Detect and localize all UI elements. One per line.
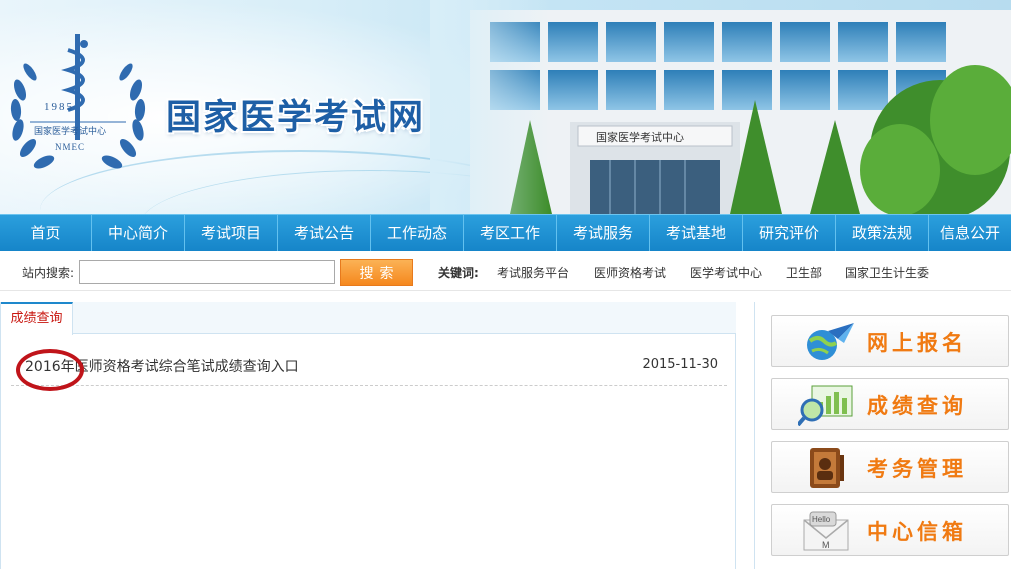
site-banner: 国家医学考试中心 1985 国家医学考试中心 NMEC 国家医学考试网	[0, 0, 1011, 214]
keyword-link-exam-center[interactable]: 医学考试中心	[690, 264, 762, 281]
keywords-label: 关键词:	[438, 266, 479, 280]
nav-item-announcements[interactable]: 考试公告	[278, 215, 371, 251]
main-nav: 首页 中心简介 考试项目 考试公告 工作动态 考区工作 考试服务 考试基地 研究…	[0, 214, 1011, 251]
exam-management-button[interactable]: 考务管理	[771, 441, 1009, 493]
online-registration-label: 网上报名	[867, 331, 967, 355]
results-panel: 成绩查询 2016年医师资格考试综合笔试成绩查询入口 2015-11-30	[0, 302, 736, 569]
score-query-button[interactable]: 成绩查询	[771, 378, 1009, 430]
nav-item-exam-bases[interactable]: 考试基地	[650, 215, 743, 251]
score-query-label: 成绩查询	[867, 394, 967, 418]
hello-mail-icon: Hello M	[803, 511, 849, 551]
center-mailbox-label: 中心信箱	[867, 520, 967, 544]
nav-item-about[interactable]: 中心简介	[92, 215, 185, 251]
list-item[interactable]: 2016年医师资格考试综合笔试成绩查询入口 2015-11-30	[11, 348, 727, 386]
search-button[interactable]: 搜索	[340, 259, 413, 286]
tab-bar: 成绩查询	[1, 302, 736, 335]
search-input[interactable]	[79, 260, 335, 284]
news-date: 2015-11-30	[642, 357, 718, 372]
nav-item-work-news[interactable]: 工作动态	[371, 215, 464, 251]
nav-item-region-work[interactable]: 考区工作	[464, 215, 557, 251]
search-bar: 站内搜索: 搜索 关键词: 考试服务平台 医师资格考试 医学考试中心 卫生部 国…	[0, 251, 1011, 291]
site-title: 国家医学考试网	[166, 97, 426, 138]
logo-abbreviation: NMEC	[55, 142, 86, 152]
nav-item-research[interactable]: 研究评价	[743, 215, 836, 251]
globe-plane-icon	[807, 323, 854, 360]
building-sign: 国家医学考试中心	[596, 130, 684, 144]
news-title-link[interactable]: 2016年医师资格考试综合笔试成绩查询入口	[25, 356, 299, 376]
nmec-logo	[10, 34, 146, 169]
nav-item-disclosure[interactable]: 信息公开	[929, 215, 1011, 251]
keyword-link-physician-exam[interactable]: 医师资格考试	[594, 264, 666, 281]
side-panel: 网上报名 成绩查询 考务管理 Hello M 中心信箱	[754, 302, 1011, 569]
keyword-link-ministry[interactable]: 卫生部	[786, 264, 822, 281]
tab-score-query[interactable]: 成绩查询	[1, 302, 73, 335]
address-book-icon	[810, 448, 844, 488]
nav-item-exam-services[interactable]: 考试服务	[557, 215, 650, 251]
nav-item-exam-projects[interactable]: 考试项目	[185, 215, 278, 251]
svg-text:M: M	[822, 540, 830, 550]
nav-item-home[interactable]: 首页	[0, 215, 92, 251]
online-registration-button[interactable]: 网上报名	[771, 315, 1009, 367]
nav-item-policy[interactable]: 政策法规	[836, 215, 929, 251]
building-illustration: 国家医学考试中心	[430, 0, 1011, 214]
keyword-link-health-commission[interactable]: 国家卫生计生委	[845, 264, 929, 281]
exam-management-label: 考务管理	[867, 457, 967, 481]
svg-text:Hello: Hello	[812, 515, 831, 524]
center-mailbox-button[interactable]: Hello M 中心信箱	[771, 504, 1009, 556]
search-label: 站内搜索:	[22, 266, 75, 280]
logo-year: 1985	[44, 101, 74, 113]
logo-org-name: 国家医学考试中心	[34, 127, 107, 137]
chart-magnifier-icon	[798, 385, 853, 426]
keyword-link-service-platform[interactable]: 考试服务平台	[497, 264, 569, 281]
